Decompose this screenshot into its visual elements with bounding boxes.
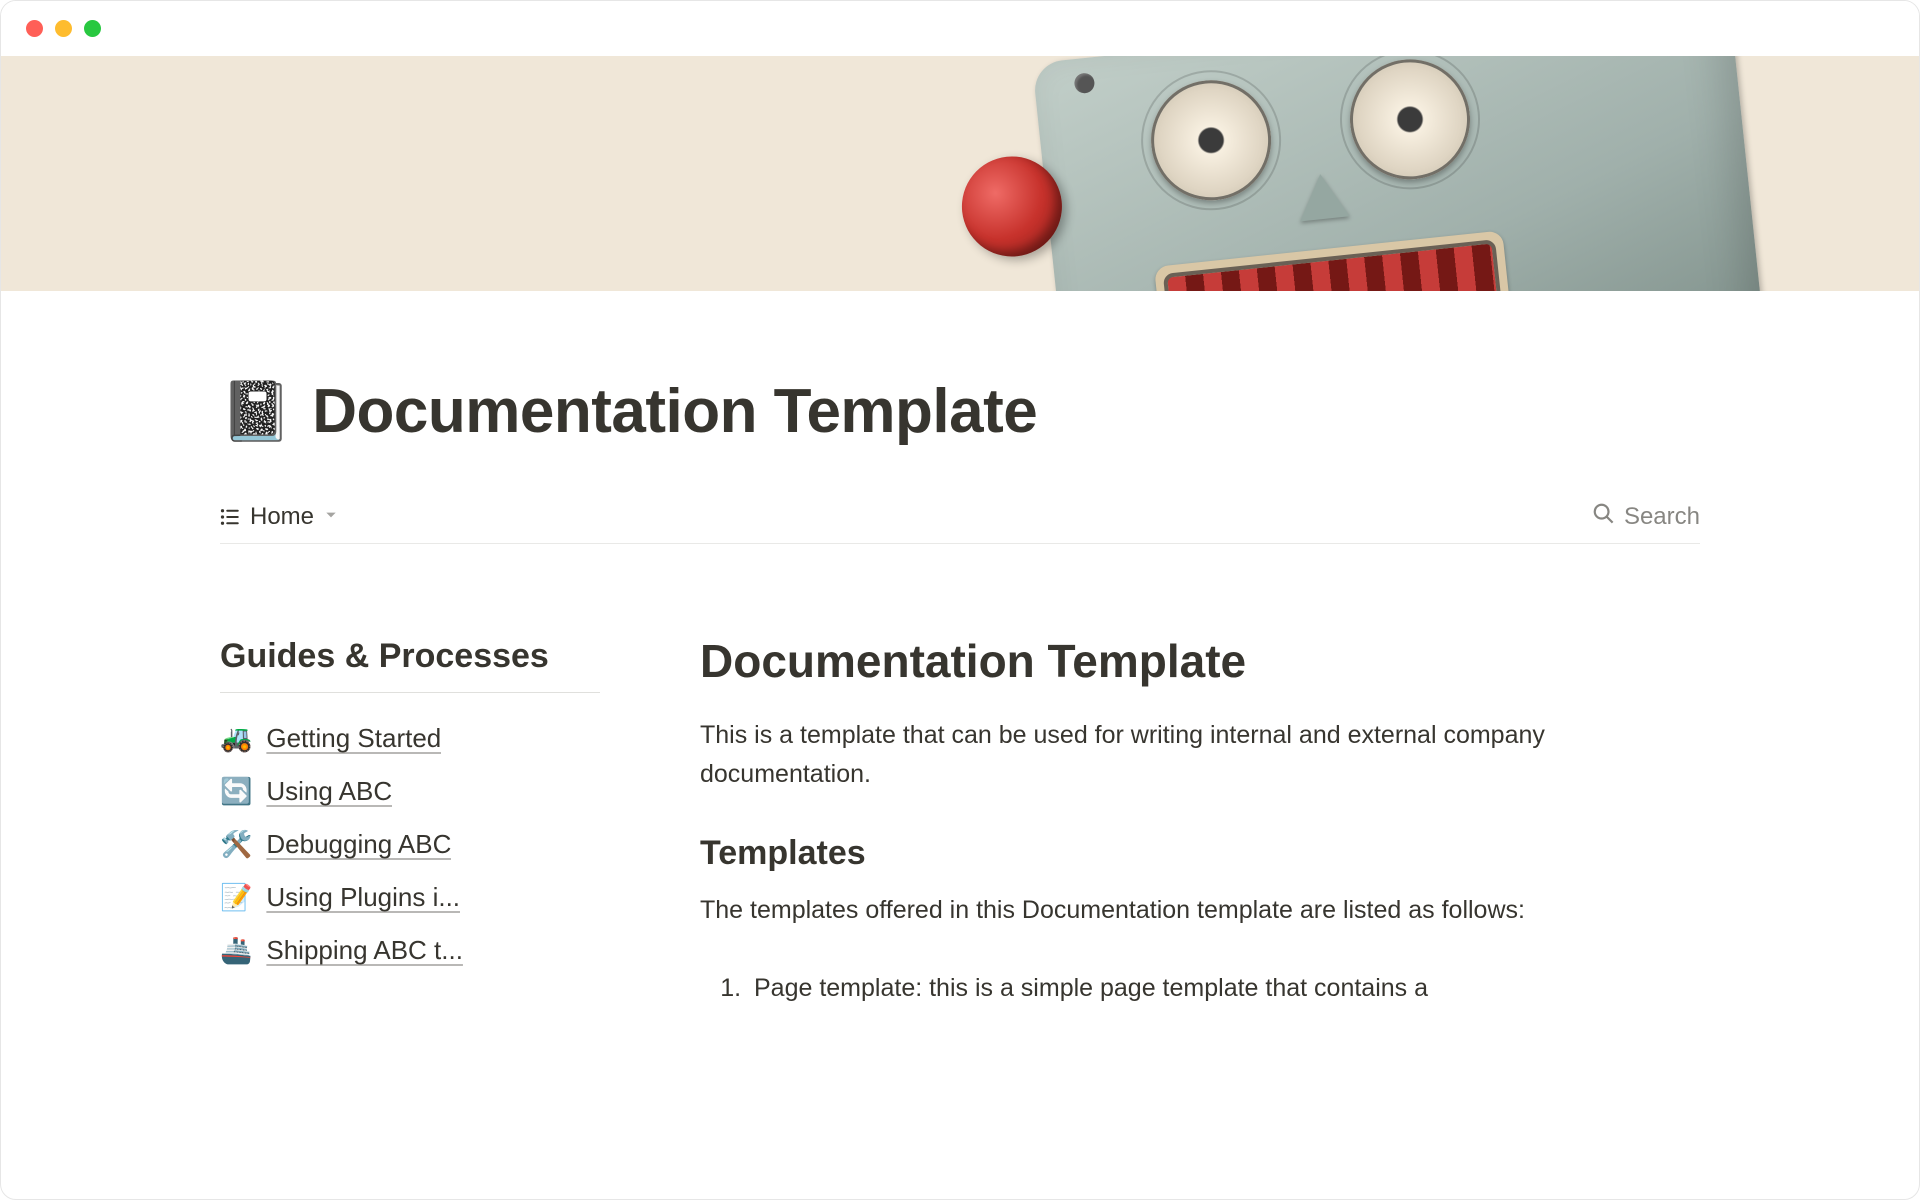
- chevron-down-icon: [324, 506, 338, 527]
- sidebar-item-getting-started[interactable]: 🚜 Getting Started: [220, 723, 600, 754]
- page-title[interactable]: Documentation Template: [312, 376, 1037, 447]
- view-switcher[interactable]: Home: [220, 503, 338, 531]
- search-icon: [1592, 502, 1614, 531]
- window-titlebar: [1, 1, 1919, 56]
- list-view-icon: [220, 507, 240, 527]
- cover-image[interactable]: [1, 56, 1919, 291]
- page-header: 📓 Documentation Template: [220, 291, 1700, 447]
- sidebar-item-using-abc[interactable]: 🔄 Using ABC: [220, 776, 600, 807]
- section-intro[interactable]: The templates offered in this Documentat…: [700, 891, 1680, 930]
- maximize-window-button[interactable]: [84, 20, 101, 37]
- sidebar-divider: [220, 692, 600, 693]
- sidebar: Guides & Processes 🚜 Getting Started 🔄 U…: [220, 634, 600, 1008]
- sidebar-item-label: Debugging ABC: [266, 829, 451, 860]
- memo-icon: 📝: [220, 882, 252, 913]
- sidebar-item-label: Using Plugins i...: [266, 882, 460, 913]
- search-label: Search: [1624, 503, 1700, 531]
- sidebar-item-using-plugins[interactable]: 📝 Using Plugins i...: [220, 882, 600, 913]
- page-icon[interactable]: 📓: [220, 383, 292, 441]
- search-button[interactable]: Search: [1592, 502, 1700, 531]
- refresh-icon: 🔄: [220, 776, 252, 807]
- sidebar-item-label: Shipping ABC t...: [266, 935, 463, 966]
- view-name: Home: [250, 503, 314, 531]
- cover-illustration-robot: [1032, 56, 1766, 291]
- ship-icon: 🚢: [220, 935, 252, 966]
- sidebar-item-shipping-abc[interactable]: 🚢 Shipping ABC t...: [220, 935, 600, 966]
- sidebar-item-label: Using ABC: [266, 776, 392, 807]
- sidebar-item-debugging-abc[interactable]: 🛠️ Debugging ABC: [220, 829, 600, 860]
- sidebar-title: Guides & Processes: [220, 634, 600, 678]
- tractor-icon: 🚜: [220, 723, 252, 754]
- close-window-button[interactable]: [26, 20, 43, 37]
- app-window: 📓 Documentation Template Home Search: [0, 0, 1920, 1200]
- minimize-window-button[interactable]: [55, 20, 72, 37]
- sidebar-item-label: Getting Started: [266, 723, 441, 754]
- view-toolbar: Home Search: [220, 502, 1700, 544]
- article-intro[interactable]: This is a template that can be used for …: [700, 716, 1680, 794]
- article-title[interactable]: Documentation Template: [700, 634, 1700, 688]
- tools-icon: 🛠️: [220, 829, 252, 860]
- templates-list: Page template: this is a simple page tem…: [700, 969, 1700, 1008]
- sidebar-list: 🚜 Getting Started 🔄 Using ABC 🛠️ Debuggi…: [220, 723, 600, 966]
- list-item[interactable]: Page template: this is a simple page tem…: [748, 969, 1700, 1008]
- section-heading-templates[interactable]: Templates: [700, 834, 1700, 873]
- main-content: Documentation Template This is a templat…: [700, 634, 1700, 1008]
